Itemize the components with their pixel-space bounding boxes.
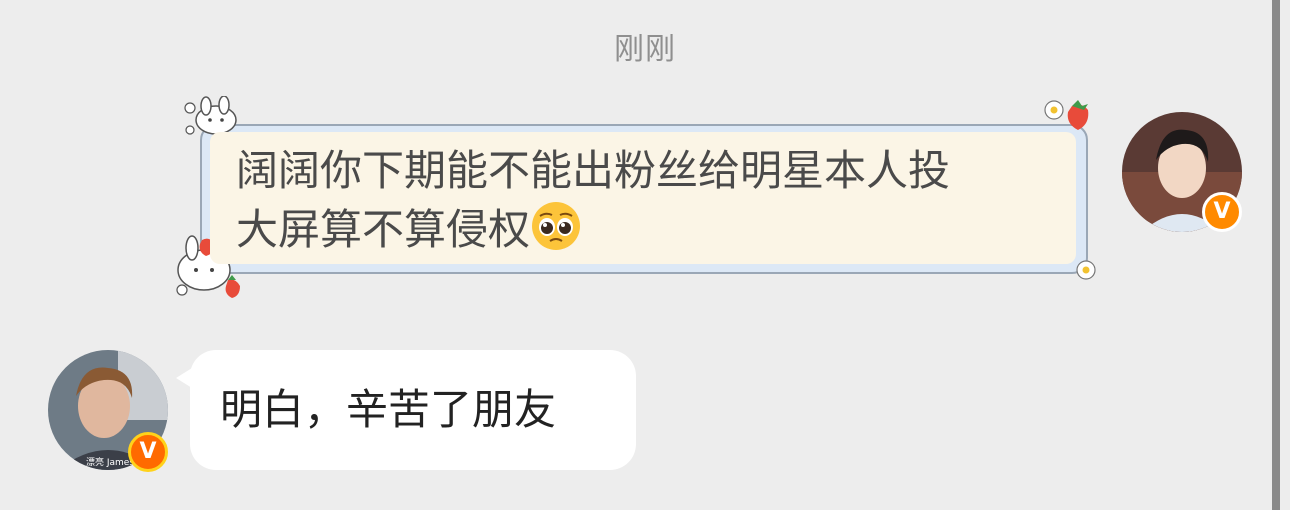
incoming-message-bubble[interactable]: 明白，辛苦了朋友 — [190, 350, 636, 470]
outgoing-message-line-1: 阔阔你下期能不能出粉丝给明星本人投 — [236, 146, 951, 195]
scrollbar[interactable] — [1272, 0, 1280, 510]
outgoing-message-bubble[interactable]: 阔阔你下期能不能出粉丝给明星本人投 大屏算不算侵权 — [210, 132, 1076, 264]
avatar-caption: 漂亮 James — [86, 458, 135, 468]
message-timestamp: 刚刚 — [614, 32, 676, 67]
flower-icon — [1076, 260, 1096, 280]
outgoing-message-line-2: 大屏算不算侵权 — [236, 200, 1050, 259]
verified-badge-icon: V — [128, 432, 168, 472]
verified-badge-icon: V — [1202, 192, 1242, 232]
outgoing-message-line-2-text: 大屏算不算侵权 — [236, 205, 531, 254]
pleading-face-icon — [532, 202, 581, 250]
strawberry-flower-icon — [1044, 100, 1089, 130]
